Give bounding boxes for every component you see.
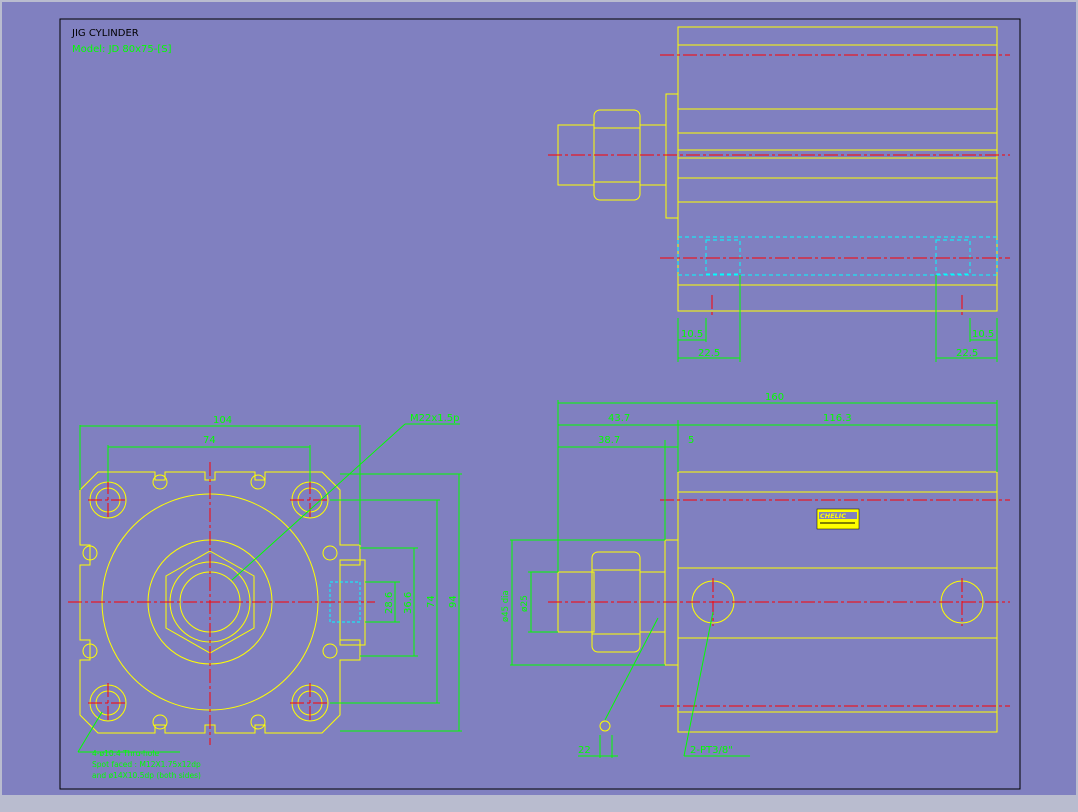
drawing-title: JIG CYLINDER: [71, 28, 139, 39]
note-line-1: 4-ø10.4 Thru-hole: [92, 749, 159, 758]
dim-front-pitch: 74: [203, 435, 216, 446]
dim-front-port-h1: 28.6: [384, 592, 395, 614]
dim-side-body-dia: ø45 dia: [501, 590, 511, 622]
cad-canvas: JIG CYLINDER Model: JD 80x75-[S] 10.5 22…: [0, 0, 1078, 808]
dim-side-rod-len: 38.7: [598, 435, 620, 446]
dim-side-port: 2-PT3/8": [690, 745, 733, 756]
drawing-area: [2, 2, 1076, 795]
dim-side-rod-dia: ø25: [520, 595, 530, 612]
dim-top-right-a: 10.5: [972, 329, 994, 340]
dim-front-pitch-v: 74: [426, 595, 437, 608]
dim-top-left-b: 22.5: [698, 348, 720, 359]
dim-top-left-a: 10.5: [681, 329, 703, 340]
dim-front-thread: M22x1.5p: [410, 413, 460, 424]
drawing-sheet: JIG CYLINDER Model: JD 80x75-[S] 10.5 22…: [0, 0, 1078, 808]
dim-front-height: 94: [448, 595, 459, 608]
dim-side-wrench: 22: [578, 745, 591, 756]
dim-side-flange: 5: [688, 435, 694, 446]
dim-side-rod-ext: 43.7: [608, 413, 630, 424]
brand-label: CHELIC: [816, 508, 860, 530]
dim-front-port-h2: 36.6: [403, 592, 414, 614]
dim-side-total: 160: [765, 392, 784, 403]
dim-front-width: 104: [213, 415, 232, 426]
note-line-2: Spot faced : M12X1.75x12dp: [92, 760, 201, 769]
note-line-3: and ø14X10.5dp (both sides): [92, 771, 201, 780]
dim-top-right-b: 22.5: [956, 348, 978, 359]
dim-side-body: 116.3: [823, 413, 852, 424]
model-label: Model: JD 80x75-[S]: [72, 44, 172, 55]
brand-text: CHELIC: [820, 512, 846, 520]
